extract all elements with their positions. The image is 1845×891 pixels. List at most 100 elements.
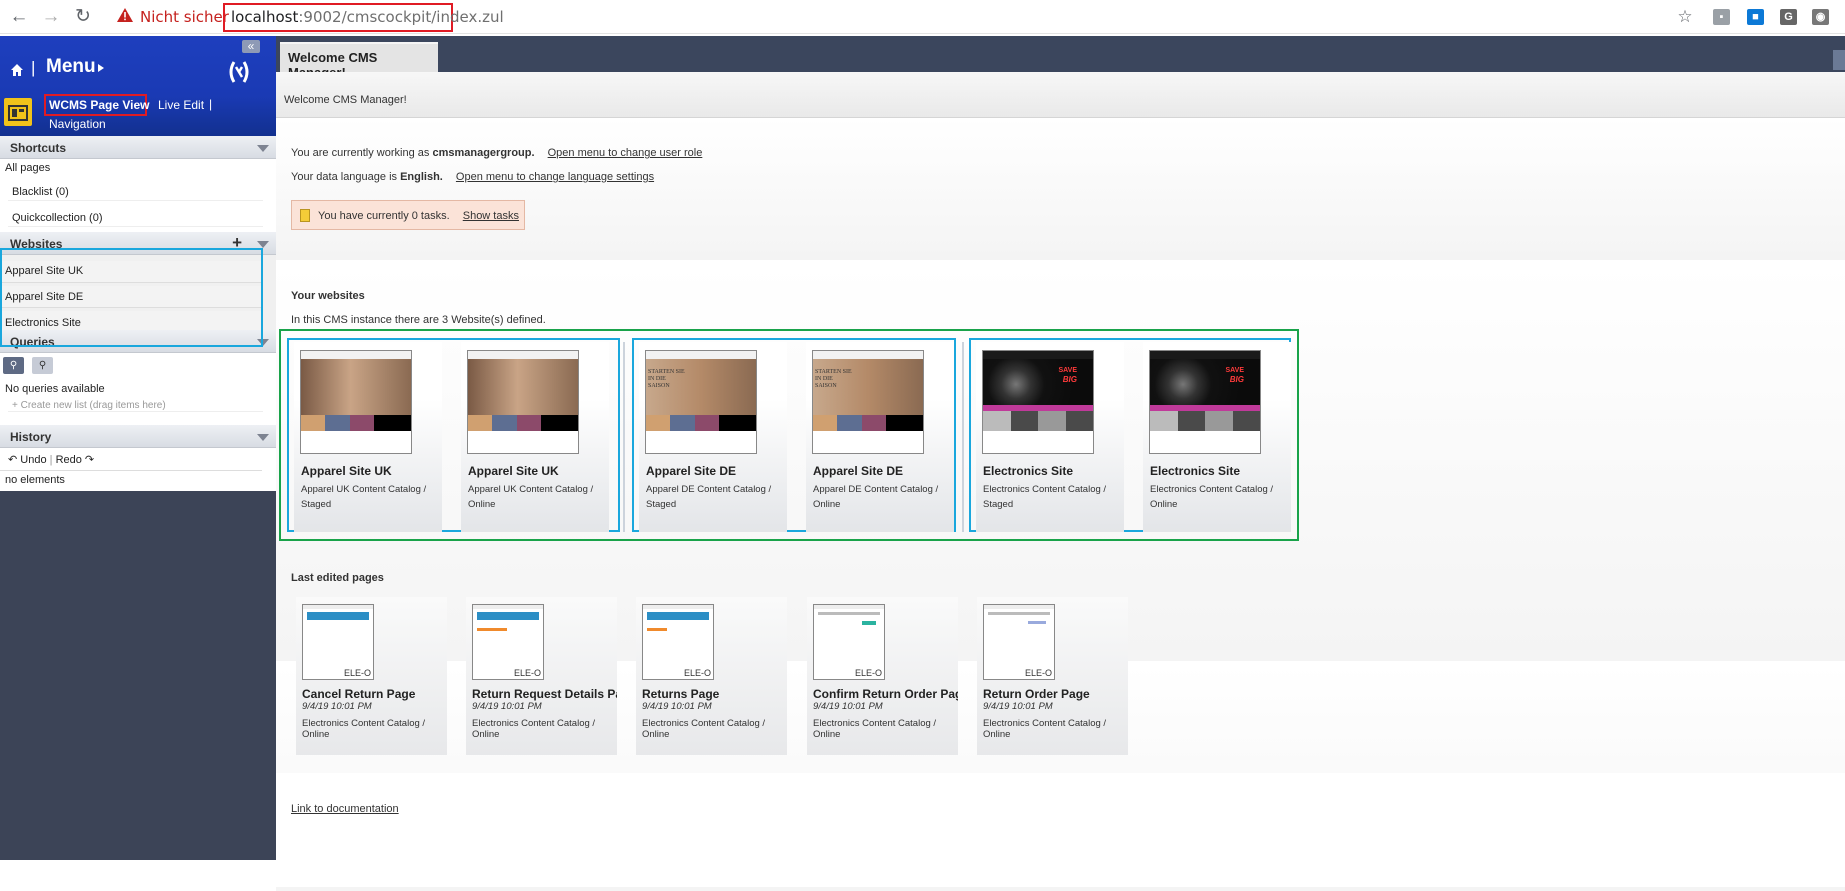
language-prefix: Your data language is xyxy=(291,171,398,183)
footer-band xyxy=(276,773,1845,887)
site-card[interactable]: Apparel Site UK Apparel UK Content Catal… xyxy=(461,342,609,532)
menu-arrow-icon[interactable] xyxy=(98,64,104,72)
shortcuts-header[interactable]: Shortcuts xyxy=(0,136,276,159)
home-icon[interactable] xyxy=(10,63,24,77)
page-card[interactable]: ELE-O Return Request Details Pag 9/4/19 … xyxy=(466,597,617,755)
site-card[interactable]: STARTEN SIE IN DIE SAISON Apparel Site D… xyxy=(806,342,954,532)
page-name: Cancel Return Page xyxy=(302,687,416,701)
show-tasks-link[interactable]: Show tasks xyxy=(463,210,519,222)
all-pages-item[interactable]: All pages xyxy=(0,162,55,174)
site-thumbnail: SAVE BIG xyxy=(1149,350,1261,454)
history-header[interactable]: History xyxy=(0,425,276,448)
site-name: Apparel Site UK xyxy=(468,464,559,478)
add-website-icon[interactable]: + xyxy=(232,233,242,253)
page-card[interactable]: ELE-O Cancel Return Page 9/4/19 10:01 PM… xyxy=(296,597,447,755)
website-item[interactable]: Apparel Site DE xyxy=(0,286,262,308)
site-name: Apparel Site UK xyxy=(301,464,392,478)
page-date: 9/4/19 10:01 PM xyxy=(983,701,1053,712)
catalog-badge: ELE-O xyxy=(343,668,371,678)
language-line: Your data language is English. Open menu… xyxy=(291,171,654,183)
navigation-link[interactable]: Navigation xyxy=(49,117,106,131)
site-catalog: Electronics Content Catalog / Staged xyxy=(983,484,1107,510)
quickcollection-item[interactable]: Quickcollection (0) xyxy=(8,209,263,227)
change-language-link[interactable]: Open menu to change language settings xyxy=(456,171,654,183)
tasks-text: You have currently 0 tasks. xyxy=(318,210,450,222)
site-card[interactable]: STARTEN SIE IN DIE SAISON Apparel Site D… xyxy=(639,342,787,532)
page-catalog: Electronics Content Catalog / Online xyxy=(472,718,596,740)
page-card[interactable]: ELE-O Confirm Return Order Page 9/4/19 1… xyxy=(807,597,958,755)
collapse-arrow-icon[interactable] xyxy=(257,241,269,248)
page-card[interactable]: ELE-O Return Order Page 9/4/19 10:01 PM … xyxy=(977,597,1128,755)
trello-icon[interactable]: ■ xyxy=(1747,9,1764,25)
task-icon xyxy=(300,209,310,222)
blacklist-item[interactable]: Blacklist (0) xyxy=(8,183,263,201)
page-date: 9/4/19 10:01 PM xyxy=(813,701,883,712)
status-area xyxy=(0,860,280,887)
camera-icon[interactable]: ◉ xyxy=(1812,9,1829,25)
thumb-text: SAVE xyxy=(1058,367,1077,374)
websites-heading: Your websites xyxy=(291,290,365,302)
page-thumbnail: ELE-O xyxy=(472,604,544,680)
reload-icon[interactable]: ↻ xyxy=(71,5,95,29)
undo-button[interactable]: Undo xyxy=(20,454,46,466)
google-icon[interactable]: G xyxy=(1780,9,1797,25)
tab-welcome[interactable]: Welcome CMS Manager! xyxy=(280,42,438,80)
user-role-line: You are currently working as cmsmanagerg… xyxy=(291,147,702,159)
security-status[interactable]: Nicht sicher xyxy=(140,8,229,26)
catalog-badge: ELE-O xyxy=(854,668,882,678)
live-edit-link[interactable]: Live Edit xyxy=(158,98,204,112)
collapse-arrow-icon[interactable] xyxy=(257,145,269,152)
thumb-text: SAVE xyxy=(1225,367,1244,374)
page-thumbnail: ELE-O xyxy=(813,604,885,680)
divider xyxy=(623,342,625,532)
menu-title[interactable]: Menu xyxy=(46,56,96,78)
site-name: Electronics Site xyxy=(983,464,1074,478)
page-thumbnail: ELE-O xyxy=(642,604,714,680)
website-item[interactable]: Electronics Site xyxy=(0,311,262,330)
url-text[interactable]: localhost:9002/cmscockpit/index.zul xyxy=(231,8,504,26)
page-title: Welcome CMS Manager! xyxy=(284,94,407,106)
page-name: Return Order Page xyxy=(983,687,1090,701)
site-card[interactable]: SAVE BIG Electronics Site Electronics Con… xyxy=(1143,342,1291,532)
page-date: 9/4/19 10:01 PM xyxy=(472,701,542,712)
collapse-arrow-icon[interactable] xyxy=(257,339,269,346)
undo-icon[interactable]: ↶ xyxy=(8,454,17,466)
redo-icon[interactable]: ↷ xyxy=(85,454,94,466)
language: English. xyxy=(400,171,443,183)
page-catalog: Electronics Content Catalog / Online xyxy=(642,718,766,740)
page-date: 9/4/19 10:01 PM xyxy=(302,701,372,712)
create-list-hint[interactable]: + Create new list (drag items here) xyxy=(8,400,263,412)
extension-icon[interactable]: ▪ xyxy=(1713,9,1730,25)
queries-title: Queries xyxy=(10,335,55,349)
star-icon[interactable]: ☆ xyxy=(1673,5,1697,29)
page-thumbnail: ELE-O xyxy=(302,604,374,680)
collapse-sidebar-button[interactable]: « xyxy=(242,40,260,53)
site-card[interactable]: SAVE BIG Electronics Site Electronics Con… xyxy=(976,342,1124,532)
last-edited-heading: Last edited pages xyxy=(291,572,384,584)
page-name: Returns Page xyxy=(642,687,720,701)
page-card[interactable]: ELE-O Returns Page 9/4/19 10:01 PM Elect… xyxy=(636,597,787,755)
back-icon[interactable]: ← xyxy=(7,5,31,29)
new-tab-button[interactable] xyxy=(1833,50,1845,70)
perspective-icon[interactable] xyxy=(4,98,32,126)
change-user-role-link[interactable]: Open menu to change user role xyxy=(548,147,703,159)
advanced-search-icon[interactable]: ⚲ xyxy=(32,357,53,374)
search-query-icon[interactable]: ⚲ xyxy=(3,357,24,374)
history-title: History xyxy=(10,430,52,444)
documentation-link[interactable]: Link to documentation xyxy=(291,803,399,815)
user-role: cmsmanagergroup. xyxy=(432,147,535,159)
forward-icon[interactable]: → xyxy=(39,5,63,29)
page-thumbnail: ELE-O xyxy=(983,604,1055,680)
url-host: localhost xyxy=(231,8,299,26)
website-item[interactable]: Apparel Site UK xyxy=(0,261,262,283)
site-card[interactable]: Apparel Site UK Apparel UK Content Catal… xyxy=(294,342,442,532)
catalog-badge: ELE-O xyxy=(1024,668,1052,678)
wcms-page-view-link[interactable]: WCMS Page View xyxy=(49,98,149,112)
site-thumbnail xyxy=(300,350,412,454)
queries-header[interactable]: Queries xyxy=(0,330,276,353)
welcome-content: You are currently working as cmsmanagerg… xyxy=(276,118,1845,891)
sidebar-panel: Shortcuts All pages Blacklist (0) Quickc… xyxy=(0,136,276,491)
redo-button[interactable]: Redo xyxy=(56,454,82,466)
collapse-arrow-icon[interactable] xyxy=(257,434,269,441)
websites-header[interactable]: Websites + xyxy=(0,232,276,255)
